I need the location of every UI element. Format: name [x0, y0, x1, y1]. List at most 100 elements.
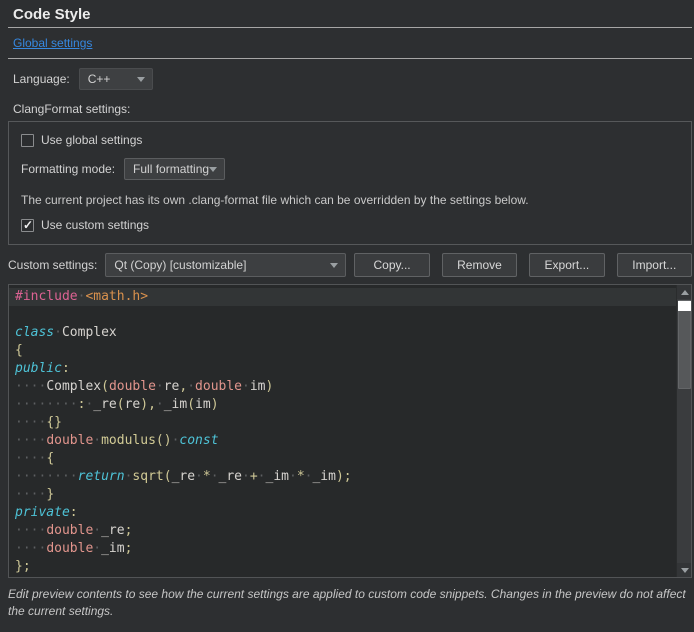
clangformat-groupbox: Use global settings Formatting mode: Ful… [8, 121, 692, 245]
code-token: {} [46, 415, 62, 430]
checkbox-icon[interactable] [21, 219, 34, 232]
code-line[interactable]: private: [9, 504, 676, 522]
code-token: _re [172, 469, 195, 484]
formatting-mode-select[interactable]: Full formatting [124, 158, 225, 180]
vertical-scrollbar[interactable] [676, 285, 691, 577]
code-token: double [195, 379, 242, 394]
code-token: ( [101, 379, 109, 394]
global-settings-link[interactable]: Global settings [13, 36, 92, 50]
code-token: · [211, 469, 219, 484]
copy-button[interactable]: Copy... [354, 253, 429, 277]
code-token: ···· [15, 487, 46, 502]
code-token: { [15, 343, 23, 358]
code-line[interactable]: ····double·_im; [9, 540, 676, 558]
code-token: · [289, 469, 297, 484]
code-token: ; [125, 541, 133, 556]
code-line[interactable]: ····} [9, 486, 676, 504]
code-token: · [93, 433, 101, 448]
code-token: · [93, 541, 101, 556]
code-line[interactable]: { [9, 342, 676, 360]
code-token: public [15, 361, 62, 376]
code-token: ; [125, 523, 133, 538]
separator [8, 27, 692, 28]
code-token: _re [93, 397, 116, 412]
scrollbar-thumb[interactable] [678, 300, 691, 389]
use-global-settings-label: Use global settings [41, 133, 142, 147]
code-line[interactable] [9, 306, 676, 324]
formatting-mode-selected-value: Full formatting [133, 162, 209, 176]
code-token: ···· [15, 451, 46, 466]
code-token: modulus [101, 433, 156, 448]
code-token: const [179, 433, 218, 448]
code-line[interactable]: }; [9, 558, 676, 576]
code-line[interactable]: ····{} [9, 414, 676, 432]
code-token: ········ [15, 469, 78, 484]
code-token: _im [164, 397, 187, 412]
cursor-position-marker [678, 301, 691, 311]
scroll-up-button[interactable] [677, 285, 692, 299]
code-line[interactable]: class·Complex [9, 324, 676, 342]
code-token: re [125, 397, 141, 412]
code-token: }; [15, 559, 31, 574]
language-select[interactable]: C++ [79, 68, 153, 90]
chevron-down-icon [137, 77, 145, 82]
code-token: _re [219, 469, 242, 484]
code-token: · [195, 469, 203, 484]
scroll-down-button[interactable] [677, 563, 692, 577]
clangformat-info-text: The current project has its own .clang-f… [21, 193, 679, 207]
code-token: { [46, 451, 54, 466]
code-token: ( [187, 397, 195, 412]
code-token: · [258, 469, 266, 484]
code-token: <math.h> [85, 289, 148, 304]
language-selected-value: C++ [88, 72, 111, 86]
code-token: private [15, 505, 70, 520]
code-area: #include·<math.h> class·Complex{public:·… [9, 288, 676, 576]
code-line[interactable]: ········:·_re(re),·_im(im) [9, 396, 676, 414]
code-token: sqrt [132, 469, 163, 484]
code-token: #include [15, 289, 78, 304]
import-button[interactable]: Import... [617, 253, 692, 277]
clangformat-settings-label: ClangFormat settings: [13, 102, 694, 116]
arrow-up-icon [681, 290, 689, 295]
code-token: · [187, 379, 195, 394]
code-line[interactable]: ········return·sqrt(_re·*·_re·+·_im·*·_i… [9, 468, 676, 486]
code-token: * [203, 469, 211, 484]
code-token: ···· [15, 379, 46, 394]
code-line[interactable]: public: [9, 360, 676, 378]
checkbox-icon[interactable] [21, 134, 34, 147]
remove-button[interactable]: Remove [442, 253, 517, 277]
code-token: · [242, 379, 250, 394]
code-token: · [242, 469, 250, 484]
code-token: double [109, 379, 156, 394]
code-token: () [156, 433, 172, 448]
chevron-down-icon [330, 263, 338, 268]
code-token: ) [266, 379, 274, 394]
custom-settings-label: Custom settings: [8, 258, 97, 272]
code-token: _re [101, 523, 124, 538]
code-line[interactable]: #include·<math.h> [9, 288, 676, 306]
chevron-down-icon [209, 167, 217, 172]
code-token: ···· [15, 541, 46, 556]
code-token: Complex [62, 325, 117, 340]
use-custom-settings-checkbox[interactable]: Use custom settings [21, 218, 679, 232]
page-title: Code Style [13, 6, 694, 23]
code-token: im [195, 397, 211, 412]
code-line[interactable]: ····double·_re; [9, 522, 676, 540]
code-token: ); [336, 469, 352, 484]
code-preview-editor[interactable]: #include·<math.h> class·Complex{public:·… [8, 284, 692, 578]
code-token: · [156, 379, 164, 394]
custom-settings-select[interactable]: Qt (Copy) [customizable] [105, 253, 346, 277]
code-token: ···· [15, 415, 46, 430]
code-token: : [62, 361, 70, 376]
code-token: ( [117, 397, 125, 412]
arrow-down-icon [681, 568, 689, 573]
code-line[interactable]: ····double·modulus()·const [9, 432, 676, 450]
code-token: _im [266, 469, 289, 484]
use-global-settings-checkbox[interactable]: Use global settings [21, 133, 679, 147]
custom-settings-selected-value: Qt (Copy) [customizable] [114, 258, 246, 272]
code-line[interactable]: ····{ [9, 450, 676, 468]
code-line[interactable]: ····Complex(double·re,·double·im) [9, 378, 676, 396]
export-button[interactable]: Export... [529, 253, 604, 277]
use-custom-settings-label: Use custom settings [41, 218, 149, 232]
code-token: double [46, 541, 93, 556]
